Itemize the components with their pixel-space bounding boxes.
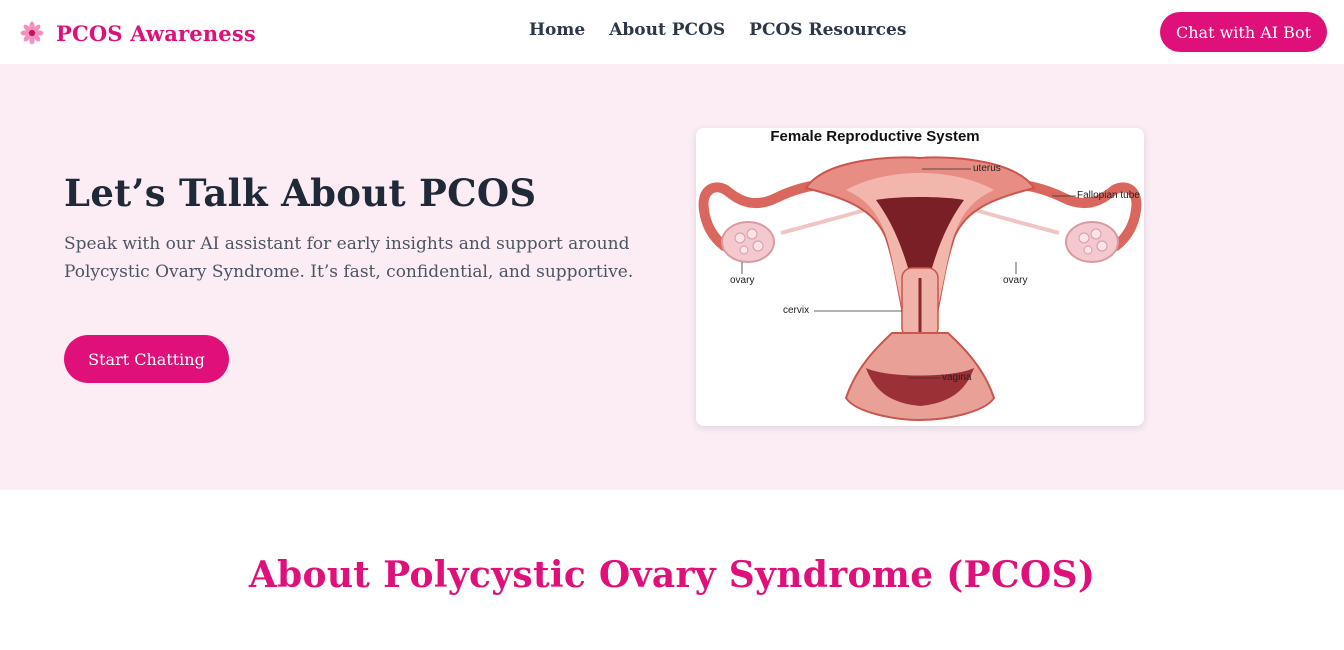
chat-with-ai-bot-button[interactable]: Chat with AI Bot	[1160, 12, 1327, 52]
start-chatting-button[interactable]: Start Chatting	[64, 335, 229, 383]
about-section: About Polycystic Ovary Syndrome (PCOS)	[0, 490, 1344, 650]
nav-link-about-pcos[interactable]: About PCOS	[609, 20, 725, 40]
label-uterus: uterus	[973, 163, 1001, 174]
navbar: PCOS Awareness Home About PCOS PCOS Reso…	[0, 0, 1344, 64]
nav-link-home[interactable]: Home	[529, 20, 585, 40]
brand[interactable]: PCOS Awareness	[20, 18, 256, 48]
label-vagina: vagina	[942, 372, 972, 383]
reproductive-system-drawing	[698, 156, 1142, 422]
figure-title: Female Reproductive System	[770, 128, 980, 145]
nav-link-pcos-resources[interactable]: PCOS Resources	[749, 20, 906, 40]
hero-section: Let’s Talk About PCOS Speak with our AI …	[0, 64, 1344, 490]
label-ovary-left: ovary	[730, 275, 755, 286]
label-cervix: cervix	[783, 305, 810, 316]
brand-name: PCOS Awareness	[56, 20, 256, 46]
flower-icon	[20, 21, 44, 45]
reproductive-system-illustration: Female Reproductive System uterus Fallop…	[696, 128, 1144, 426]
label-ovary-right: ovary	[1003, 275, 1028, 286]
hero-title: Let’s Talk About PCOS	[64, 171, 537, 215]
hero-description: Speak with our AI assistant for early in…	[64, 234, 634, 282]
label-fallopian-tube: Fallopian tube	[1077, 190, 1140, 201]
nav-links: Home About PCOS PCOS Resources	[529, 20, 906, 40]
about-section-title: About Polycystic Ovary Syndrome (PCOS)	[248, 554, 1096, 596]
